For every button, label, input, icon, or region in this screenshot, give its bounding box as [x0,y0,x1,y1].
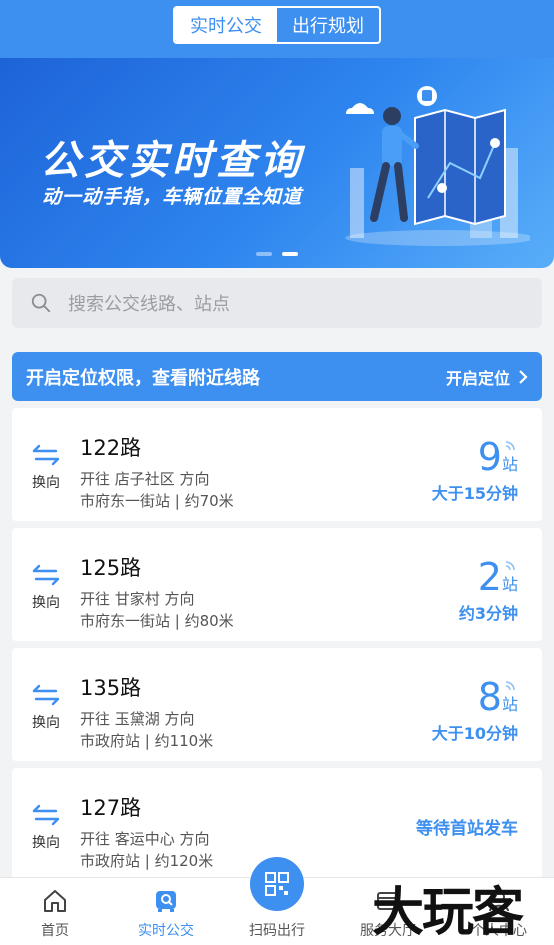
stations-unit: 站 [501,455,518,474]
swap-direction-button[interactable]: 换向 [30,444,62,492]
home-icon [44,890,66,912]
tab-scan-label: 扫码出行 [249,923,305,939]
nearby-stop: 市政府站 | 约110米 [80,732,214,750]
mode-switch: 实时公交 出行规划 [173,6,381,44]
route-name: 127路 [80,796,142,820]
route-name: 122路 [80,436,142,460]
tab-home-label: 首页 [41,923,69,939]
swap-direction-button[interactable]: 换向 [30,564,62,612]
enable-location-button[interactable]: 开启定位 [446,365,528,389]
search-icon [31,293,51,313]
route-direction: 开往 店子社区 方向 [80,470,210,488]
stations-away: 9 [477,435,502,479]
enable-location-label: 开启定位 [445,368,510,388]
bus-icon [156,891,176,912]
swap-icon [32,804,60,826]
route-direction: 开往 客运中心 方向 [80,830,210,848]
arrival-info: 9站 大于15分钟 [432,438,518,504]
location-permission-bar[interactable]: 开启定位权限，查看附近线路 开启定位 [12,352,542,401]
banner-page-indicator [256,252,298,256]
route-direction: 开往 玉黛湖 方向 [80,710,195,728]
arrival-time: 大于10分钟 [431,724,518,743]
swap-direction-button[interactable]: 换向 [30,684,62,732]
swap-label: 换向 [32,715,60,731]
stations-unit: 站 [501,695,518,714]
qr-icon [265,872,289,896]
swap-icon [32,444,60,466]
tab-realtime-bus[interactable]: 实时公交 [175,8,277,42]
nearby-stop: 市府东一街站 | 约80米 [80,612,234,630]
banner-illustration [345,86,530,246]
route-name: 135路 [80,676,142,700]
search-placeholder: 搜索公交线路、站点 [68,294,230,315]
promo-banner[interactable]: 公交实时查询 动一动手指，车辆位置全知道 [0,58,554,268]
nearby-stop: 市府东一街站 | 约70米 [80,492,234,510]
route-name: 125路 [80,556,142,580]
swap-label: 换向 [32,475,60,491]
banner-title: 公交实时查询 [40,138,304,184]
scan-qr-button[interactable] [250,857,304,911]
route-card[interactable]: 换向 122路 开往 店子社区 方向 市府东一街站 | 约70米 9站 大于15… [12,408,542,521]
swap-icon [32,684,60,706]
swap-icon [32,564,60,586]
arrival-time: 大于15分钟 [431,484,518,503]
route-direction: 开往 甘家村 方向 [80,590,195,608]
indicator-dot-active[interactable] [282,252,298,256]
indicator-dot[interactable] [256,252,272,256]
stations-away: 8 [477,675,502,719]
tab-trip-planning[interactable]: 出行规划 [277,8,379,42]
chevron-right-icon [519,369,528,384]
banner-subtitle: 动一动手指，车辆位置全知道 [42,186,303,208]
stations-away: 2 [477,555,502,599]
top-bar: 实时公交 出行规划 [0,0,554,58]
tab-realtime-bus-nav[interactable]: 实时公交 [111,878,221,945]
swap-label: 换向 [32,595,60,611]
arrival-info: 8站 大于10分钟 [432,678,518,744]
swap-label: 换向 [32,835,60,851]
location-prompt: 开启定位权限，查看附近线路 [26,367,260,389]
waiting-status: 等待首站发车 [416,819,518,839]
tab-realtime-bus-label: 实时公交 [138,923,194,939]
watermark-logo: 大玩客 [372,882,524,943]
route-card[interactable]: 换向 135路 开往 玉黛湖 方向 市政府站 | 约110米 8站 大于10分钟 [12,648,542,761]
search-bar[interactable]: 搜索公交线路、站点 [12,278,542,328]
route-card[interactable]: 换向 125路 开往 甘家村 方向 市府东一街站 | 约80米 2站 约3分钟 [12,528,542,641]
arrival-time: 约3分钟 [458,604,518,623]
stations-unit: 站 [501,575,518,594]
swap-direction-button[interactable]: 换向 [30,804,62,852]
nearby-stop: 市政府站 | 约120米 [80,852,214,870]
arrival-info: 2站 约3分钟 [459,558,518,624]
tab-home[interactable]: 首页 [0,878,110,945]
